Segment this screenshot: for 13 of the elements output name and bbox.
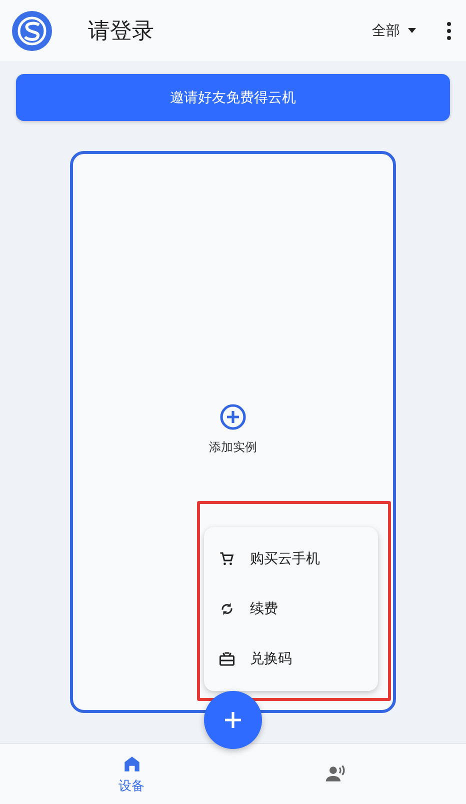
gift-box-icon bbox=[218, 650, 236, 668]
menu-item[interactable]: 兑换码 bbox=[204, 638, 378, 680]
invite-button[interactable]: 邀请好友免费得云机 bbox=[16, 74, 450, 122]
cart-icon bbox=[218, 550, 236, 568]
add-instance-button[interactable]: 添加实例 bbox=[203, 402, 263, 458]
menu-item[interactable]: 续费 bbox=[204, 588, 378, 630]
menu-item[interactable]: 购买云手机 bbox=[204, 538, 378, 580]
logo-icon bbox=[12, 10, 52, 51]
plus-circle-icon bbox=[219, 403, 247, 432]
add-instance-label: 添加实例 bbox=[209, 439, 257, 456]
nav-tab[interactable]: 设备 bbox=[92, 744, 172, 804]
filter-dropdown[interactable]: 全部 bbox=[368, 18, 420, 44]
page-title: 请登录 bbox=[88, 18, 155, 46]
